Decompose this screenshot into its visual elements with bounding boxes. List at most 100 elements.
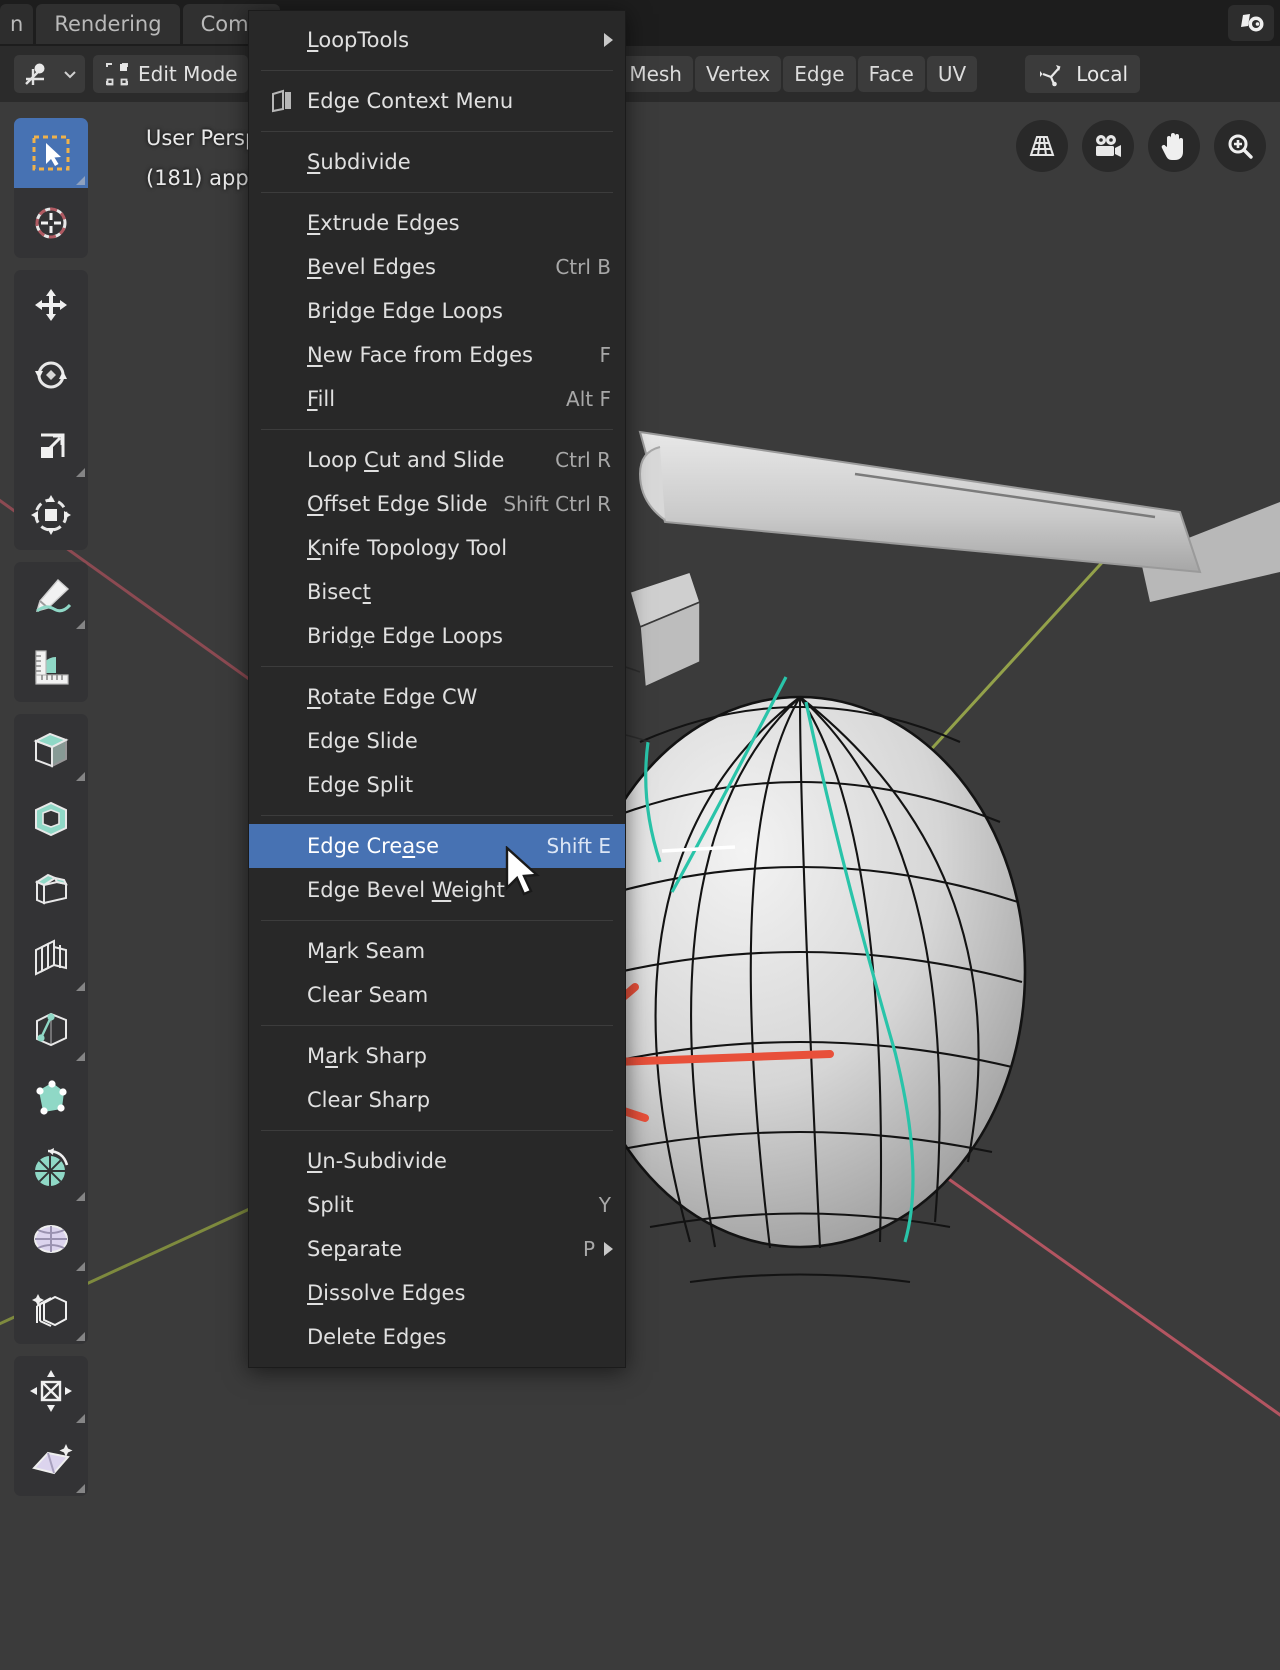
tool-move[interactable] xyxy=(14,270,88,340)
workspace-tab-rendering[interactable]: Rendering xyxy=(36,4,180,44)
tool-measure[interactable] xyxy=(14,632,88,702)
menu-edge[interactable]: Edge xyxy=(783,56,856,92)
menu-separator xyxy=(261,1130,613,1131)
status-indicator[interactable] xyxy=(1228,5,1274,41)
transform-orientation-dropdown[interactable]: Local xyxy=(1025,55,1141,93)
shear-icon xyxy=(30,1370,72,1412)
tool-smooth[interactable] xyxy=(14,1204,88,1274)
menu-item-extrude-edges[interactable]: Extrude Edges xyxy=(249,201,625,245)
menu-item-shortcut: Y xyxy=(598,1193,611,1217)
pan-view-button[interactable] xyxy=(1148,120,1200,172)
camera-view-button[interactable] xyxy=(1082,120,1134,172)
tool-inset-faces[interactable] xyxy=(14,784,88,854)
menu-item-bridge-edge-loops-2[interactable]: Bridge Edge Loops xyxy=(249,614,625,658)
poly-build-icon xyxy=(36,1080,67,1115)
tool-scale[interactable] xyxy=(14,410,88,480)
edge-context-menu-icon xyxy=(269,88,295,114)
tool-spin[interactable] xyxy=(14,1134,88,1204)
toggle-xray-button[interactable] xyxy=(1016,120,1068,172)
workspace-tab-animation-partial[interactable]: n xyxy=(0,4,34,44)
rotate-icon xyxy=(35,361,67,389)
tool-select-box[interactable] xyxy=(14,118,88,188)
menu-item-knife-topology-tool[interactable]: Knife Topology Tool xyxy=(249,526,625,570)
tool-corner-indicator xyxy=(76,772,85,781)
menu-item-label: Un-Subdivide xyxy=(307,1149,447,1173)
menu-uv[interactable]: UV xyxy=(926,56,978,92)
menu-separator xyxy=(261,192,613,193)
zoom-view-button[interactable] xyxy=(1214,120,1266,172)
tool-transform[interactable] xyxy=(14,480,88,550)
cursor-3d-icon xyxy=(35,207,67,239)
menu-item-edge-context-menu[interactable]: Edge Context Menu xyxy=(249,79,625,123)
menu-separator xyxy=(261,70,613,71)
tool-bevel[interactable] xyxy=(14,854,88,924)
menu-item-bisect[interactable]: Bisect xyxy=(249,570,625,614)
interaction-mode-label: Edit Mode xyxy=(138,62,238,86)
top-bar: n Rendering Comp xyxy=(0,0,1280,46)
transform-orientation-label: Local xyxy=(1076,62,1129,86)
menu-item-label: Bridge Edge Loops xyxy=(307,624,503,648)
menu-mesh[interactable]: Mesh xyxy=(618,56,693,92)
tool-loop-cut[interactable] xyxy=(14,924,88,994)
menu-item-shortcut: Shift E xyxy=(546,834,611,858)
menu-item-clear-seam[interactable]: Clear Seam xyxy=(249,973,625,1017)
menu-vertex[interactable]: Vertex xyxy=(694,56,782,92)
menu-item-edge-crease[interactable]: Edge Crease Shift E xyxy=(249,824,625,868)
tool-annotate[interactable] xyxy=(14,562,88,632)
tool-cursor[interactable] xyxy=(14,188,88,258)
loop-cut-icon xyxy=(35,939,67,976)
menu-separator xyxy=(261,1025,613,1026)
menu-item-looptools[interactable]: LoopTools xyxy=(249,18,625,62)
menu-item-label: Edge Crease xyxy=(307,834,440,858)
tool-shear[interactable] xyxy=(14,1356,88,1426)
extrude-region-icon xyxy=(33,732,69,768)
submenu-arrow-icon xyxy=(604,1242,613,1256)
menu-item-label: Delete Edges xyxy=(307,1325,447,1349)
menu-face[interactable]: Face xyxy=(857,56,925,92)
edge-context-menu[interactable]: LoopTools Edge Context Menu Subdivide Extru… xyxy=(248,10,626,1368)
menu-face-label: Face xyxy=(868,62,914,86)
workspace-tab-label: Rendering xyxy=(54,12,162,36)
menu-item-edge-slide[interactable]: Edge Slide xyxy=(249,719,625,763)
menu-item-delete-edges[interactable]: Delete Edges xyxy=(249,1315,625,1359)
tool-corner-indicator xyxy=(76,620,85,629)
tool-corner-indicator xyxy=(76,1262,85,1271)
menu-item-label: Edge Context Menu xyxy=(307,89,514,113)
viewport-3d[interactable]: User Perspective (181) apple xyxy=(0,102,1280,1670)
spin-icon xyxy=(35,1148,69,1186)
tool-rip-region[interactable] xyxy=(14,1426,88,1496)
menu-item-dissolve-edges[interactable]: Dissolve Edges xyxy=(249,1271,625,1315)
menu-item-rotate-edge-cw[interactable]: Rotate Edge CW xyxy=(249,675,625,719)
menu-item-subdivide[interactable]: Subdivide xyxy=(249,140,625,184)
menu-item-separate[interactable]: Separate P xyxy=(249,1227,625,1271)
menu-edge-label: Edge xyxy=(794,62,845,86)
menu-item-offset-edge-slide[interactable]: Offset Edge Slide Shift Ctrl R xyxy=(249,482,625,526)
editor-type-selector[interactable] xyxy=(14,55,85,93)
menu-item-edge-bevel-weight[interactable]: Edge Bevel Weight xyxy=(249,868,625,912)
menu-item-bevel-edges[interactable]: Bevel Edges Ctrl B xyxy=(249,245,625,289)
menu-item-new-face-from-edges[interactable]: New Face from Edges F xyxy=(249,333,625,377)
tool-corner-indicator xyxy=(76,1414,85,1423)
menu-item-mark-seam[interactable]: Mark Seam xyxy=(249,929,625,973)
menu-item-clear-sharp[interactable]: Clear Sharp xyxy=(249,1078,625,1122)
chevron-down-icon xyxy=(64,71,76,79)
menu-item-bridge-edge-loops-1[interactable]: Bridge Edge Loops xyxy=(249,289,625,333)
tool-knife[interactable] xyxy=(14,994,88,1064)
menu-item-mark-sharp[interactable]: Mark Sharp xyxy=(249,1034,625,1078)
menu-item-un-subdivide[interactable]: Un-Subdivide xyxy=(249,1139,625,1183)
menu-item-split[interactable]: Split Y xyxy=(249,1183,625,1227)
shrink-fatten-icon xyxy=(32,1294,67,1327)
tool-shrink-fatten[interactable] xyxy=(14,1274,88,1344)
menu-vertex-label: Vertex xyxy=(705,62,771,86)
menu-item-label: Clear Sharp xyxy=(307,1088,431,1112)
interaction-mode-dropdown[interactable]: Edit Mode xyxy=(93,55,248,93)
tool-poly-build[interactable] xyxy=(14,1064,88,1134)
tool-extrude-region[interactable] xyxy=(14,714,88,784)
tool-rotate[interactable] xyxy=(14,340,88,410)
menu-item-label: Bevel Edges xyxy=(307,255,436,279)
bevel-icon xyxy=(34,873,68,905)
menu-item-fill[interactable]: Fill Alt F xyxy=(249,377,625,421)
menu-item-loop-cut-and-slide[interactable]: Loop Cut and Slide Ctrl R xyxy=(249,438,625,482)
menu-item-label: Edge Slide xyxy=(307,729,418,753)
menu-item-edge-split[interactable]: Edge Split xyxy=(249,763,625,807)
